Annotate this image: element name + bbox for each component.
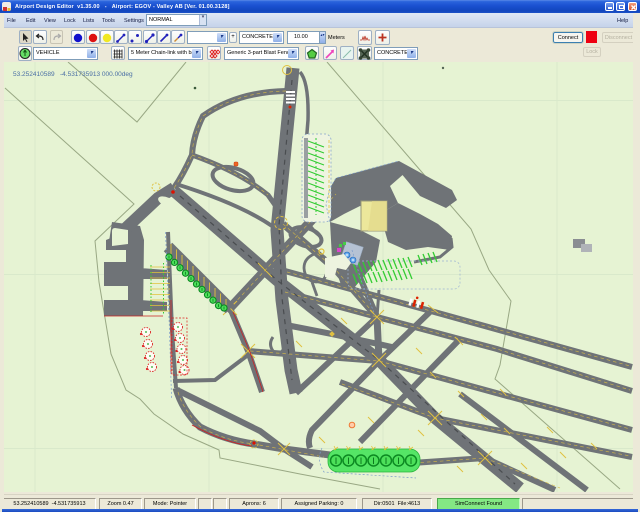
svg-text:53.252410589 -4.531735913 00: 53.252410589 -4.531735913 000.00deg [13, 71, 133, 78]
